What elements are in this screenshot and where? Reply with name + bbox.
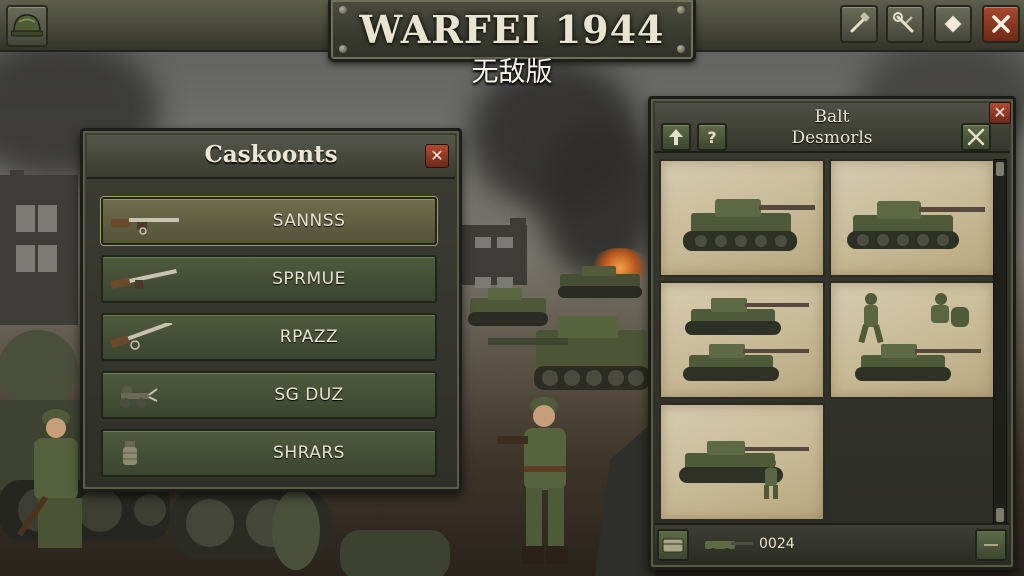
unit-card-tank-with-soldier[interactable] — [659, 403, 825, 521]
weapons-panel-title: Caskoonts — [204, 141, 338, 168]
rank-button[interactable] — [934, 5, 972, 43]
game-subtitle: 无敌版 — [471, 57, 553, 88]
ruined-building — [0, 175, 78, 325]
help-button[interactable]: ? — [697, 123, 727, 151]
tank-icon — [847, 201, 985, 249]
infantry-tank-icon — [855, 293, 981, 381]
weapons-panel: Caskoonts ✕ SANNSS SPRMUE RPAZZ SG DUZ S… — [80, 128, 462, 492]
artillery-icon — [705, 541, 753, 558]
weapon-label: SANNSS — [272, 211, 346, 231]
weapon-item-rpazz[interactable]: RPAZZ — [101, 313, 437, 361]
weapon-item-sprmue[interactable]: SPRMUE — [101, 255, 437, 303]
build-tool-button[interactable] — [840, 5, 878, 43]
units-title-line2: Desmorls — [791, 128, 873, 148]
weapon-item-shrars[interactable]: SHRARS — [101, 429, 437, 477]
weapon-label: RPAZZ — [279, 327, 339, 347]
weapons-panel-header: Caskoonts ✕ — [87, 135, 455, 179]
game-title: WARFEI 1944 — [359, 7, 665, 52]
units-panel-header: ? Balt Desmorls — [655, 103, 1009, 153]
unit-count: 0024 — [759, 536, 795, 552]
background-tank — [468, 288, 548, 326]
rifle-icon — [110, 269, 177, 289]
scrollbar-top-thumb[interactable] — [996, 162, 1004, 176]
mortar-icon — [120, 386, 158, 408]
unit-card-tank[interactable] — [829, 159, 995, 277]
weapon-label: SG DUZ — [274, 385, 344, 405]
wrench-icon — [893, 12, 914, 33]
sandbag-and-gear — [272, 490, 450, 576]
ruined-building — [510, 218, 526, 232]
rock-debris — [595, 420, 655, 576]
unit-scrollbar[interactable] — [993, 159, 1007, 525]
close-game-button[interactable] — [982, 5, 1020, 43]
unit-card-infantry-and-tank[interactable] — [829, 281, 995, 399]
tank-icon — [683, 199, 815, 251]
ruined-building — [10, 170, 24, 190]
units-panel-footer: 0024 — [655, 523, 1009, 563]
background-tank — [558, 266, 642, 298]
units-panel-close-button[interactable]: ✕ — [989, 102, 1011, 124]
close-icon — [992, 15, 1010, 33]
scrollbar-bottom-thumb[interactable] — [996, 508, 1004, 522]
weapon-label: SPRMUE — [272, 269, 346, 289]
arrow-up-icon — [669, 129, 683, 145]
helmet-icon — [11, 14, 43, 37]
crossed-swords-icon — [967, 128, 985, 146]
units-title-line1: Balt — [814, 107, 850, 127]
tank-soldier-icon — [679, 441, 809, 499]
shovel-icon — [850, 12, 870, 33]
weapon-item-sannss[interactable]: SANNSS — [101, 197, 437, 245]
crate-icon — [662, 538, 684, 553]
repair-tool-button[interactable] — [886, 5, 924, 43]
weapon-label: SHRARS — [273, 443, 345, 463]
diamond-icon — [943, 14, 963, 34]
profile-button[interactable] — [6, 5, 48, 47]
units-panel-title: Balt Desmorls — [765, 107, 899, 149]
rifleman-soldier — [498, 397, 568, 564]
unit-card-two-tanks[interactable] — [659, 281, 825, 399]
confirm-button[interactable] — [975, 529, 1007, 561]
weapons-panel-close-button[interactable]: ✕ — [425, 144, 449, 168]
ruined-building — [462, 225, 527, 285]
deploy-button[interactable] — [657, 529, 689, 561]
weapon-item-sg-duz[interactable]: SG DUZ — [101, 371, 437, 419]
rifle-icon — [111, 218, 179, 235]
unit-card-tank[interactable] — [659, 159, 825, 277]
minus-icon — [984, 544, 998, 546]
tank-group-icon — [683, 298, 809, 381]
units-panel: ? Balt Desmorls ✕ 0024 — [648, 96, 1016, 570]
grenade-icon — [123, 441, 137, 465]
unit-grid — [659, 159, 995, 523]
carbine-icon — [110, 323, 173, 350]
scroll-up-button[interactable] — [661, 123, 691, 151]
crossed-swords-button[interactable] — [961, 123, 991, 151]
